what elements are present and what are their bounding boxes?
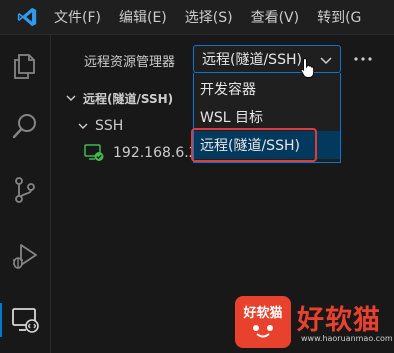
tree-group-ssh[interactable]: SSH xyxy=(75,115,123,137)
activity-search[interactable] xyxy=(0,101,50,151)
chevron-down-icon xyxy=(318,52,334,72)
host-label: 192.168.6.2 xyxy=(113,145,198,161)
source-control-icon xyxy=(15,177,35,203)
remote-explorer-icon xyxy=(12,308,39,333)
watermark-text: 好软猫 xyxy=(297,305,381,336)
search-icon xyxy=(12,114,36,139)
activity-source-control[interactable] xyxy=(0,165,50,215)
group-label: SSH xyxy=(95,118,124,134)
menu-go[interactable]: 转到(G xyxy=(317,7,361,27)
more-actions-button[interactable] xyxy=(351,47,375,71)
option-label: WSL 目标 xyxy=(200,110,263,126)
dropdown-option-dev-containers[interactable]: 开发容器 xyxy=(194,75,340,103)
vscode-logo-icon xyxy=(0,0,54,34)
cat-face-icon xyxy=(249,322,277,344)
activity-bar xyxy=(0,35,51,353)
menu-file[interactable]: 文件(F) xyxy=(54,7,101,27)
watermark-url: www.haoruanmao.com xyxy=(301,334,393,343)
watermark-badge-text: 好软猫 xyxy=(243,306,283,321)
watermark-badge: 好软猫 xyxy=(235,296,291,348)
red-highlight-annotation xyxy=(191,128,317,162)
chevron-down-icon xyxy=(63,90,79,106)
vscode-window: 文件(F) 编辑(E) 选择(S) 查看(V) 转到(G 远程资源管理器 远程(… xyxy=(0,0,394,353)
activity-run-debug[interactable] xyxy=(0,231,50,281)
chevron-down-icon xyxy=(75,118,91,134)
section-label: 远程(隧道/SSH) xyxy=(83,91,174,106)
menu-view[interactable]: 查看(V) xyxy=(251,7,300,27)
ellipsis-icon xyxy=(354,57,372,61)
activity-explorer[interactable] xyxy=(0,41,50,91)
title-bar: 文件(F) 编辑(E) 选择(S) 查看(V) 转到(G xyxy=(0,0,394,35)
run-debug-icon xyxy=(13,244,37,269)
tree-host-item[interactable]: 192.168.6.2 xyxy=(83,142,198,164)
option-label: 开发容器 xyxy=(200,82,256,98)
dropdown-option-wsl-targets[interactable]: WSL 目标 xyxy=(194,103,340,131)
select-value: 远程(隧道/SSH) xyxy=(202,52,302,68)
menu-edit[interactable]: 编辑(E) xyxy=(119,7,167,27)
explorer-icon xyxy=(14,54,35,79)
menu-selection[interactable]: 选择(S) xyxy=(185,7,233,27)
menu-bar: 文件(F) 编辑(E) 选择(S) 查看(V) 转到(G xyxy=(54,0,379,34)
hand-cursor-icon xyxy=(300,57,316,79)
activity-remote-explorer[interactable] xyxy=(0,295,50,345)
panel-title: 远程资源管理器 xyxy=(84,55,176,70)
connected-host-icon xyxy=(83,144,105,161)
remote-type-select[interactable]: 远程(隧道/SSH) xyxy=(193,45,341,73)
tree-section-remote-tunnel-ssh[interactable]: 远程(隧道/SSH) xyxy=(63,87,173,109)
watermark-logo: 好软猫 好软猫 www.haoruanmao.com xyxy=(235,296,393,348)
